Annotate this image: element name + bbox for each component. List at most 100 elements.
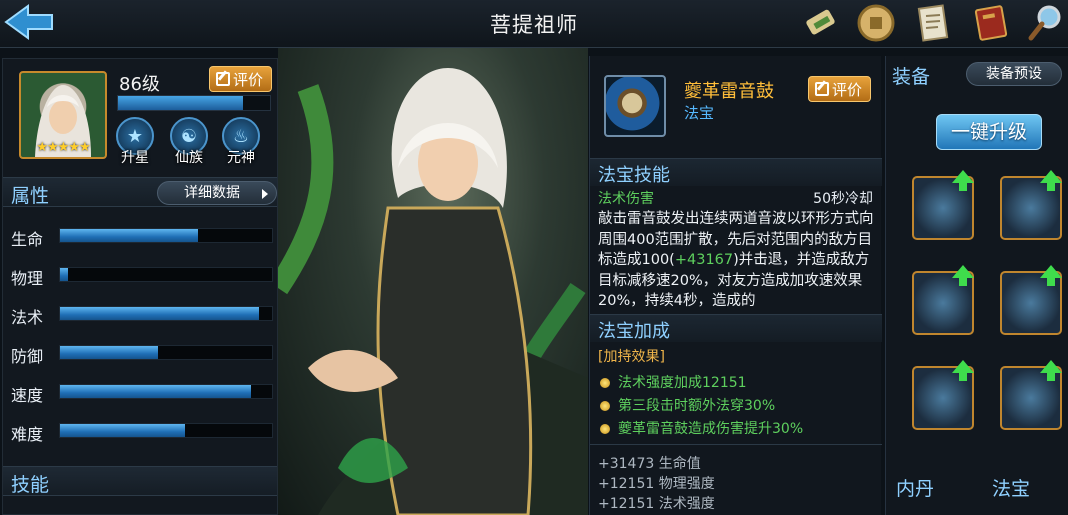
- equipment-panel: 装备 装备预设 一键升级 内丹 法宝: [885, 56, 1068, 515]
- tab-treasure[interactable]: 法宝: [992, 474, 1030, 501]
- attr-line: +12151 法术强度: [598, 496, 715, 512]
- bullet-icon: [600, 424, 610, 434]
- stat-row: 速度: [11, 381, 273, 405]
- star-up-badge[interactable]: ★ 升星: [113, 117, 157, 166]
- stat-bar: [59, 384, 273, 399]
- evaluate-button[interactable]: 评价: [209, 66, 273, 92]
- hero-illustration: [278, 68, 588, 515]
- equipment-slot[interactable]: [912, 360, 974, 430]
- stat-name: 速度: [11, 386, 44, 405]
- stat-row: 法术: [11, 303, 273, 327]
- bonus-item: 夔革雷音鼓造成伤害提升30%: [600, 418, 803, 438]
- badge-label: 仙族: [175, 150, 203, 166]
- desc-bonus: +43167: [674, 252, 734, 268]
- treasure-evaluate-button[interactable]: 评价: [808, 76, 872, 102]
- spirit-badge[interactable]: ♨ 元神: [219, 117, 263, 166]
- evaluate-label: 评价: [233, 70, 264, 89]
- stat-bar-fill: [60, 307, 260, 320]
- badge-label: 元神: [227, 150, 255, 166]
- upgrade-arrow-icon: [1040, 265, 1062, 286]
- stat-row: 防御: [11, 342, 273, 366]
- bonus-item: 法术强度加成12151: [600, 372, 747, 392]
- equipment-slot[interactable]: [1000, 360, 1062, 430]
- detail-data-label: 详细数据: [184, 185, 240, 201]
- stat-bar: [59, 306, 273, 321]
- equipment-slot[interactable]: [1000, 265, 1062, 335]
- bonus-text: 第三段击时额外法穿30%: [618, 398, 776, 414]
- scroll-icon[interactable]: [800, 2, 842, 44]
- equipment-preset-button[interactable]: 装备预设: [966, 62, 1062, 86]
- arrow-right-icon: [262, 189, 268, 199]
- document-icon[interactable]: [912, 2, 954, 44]
- stat-row: 生命: [11, 225, 273, 249]
- cooldown: 50秒冷却: [813, 191, 873, 207]
- top-bar: 菩提祖师: [0, 0, 1068, 48]
- equipment-slot[interactable]: [912, 170, 974, 240]
- stat-bar-fill: [60, 385, 251, 398]
- treasure-bonus-header: 法宝加成: [590, 314, 882, 342]
- bonus-text: 法术强度加成12151: [618, 375, 747, 391]
- stat-name: 物理: [11, 269, 44, 288]
- badge-label: 升星: [121, 150, 149, 166]
- drum-icon[interactable]: [604, 75, 666, 137]
- stat-name: 法术: [11, 308, 44, 327]
- upgrade-arrow-icon: [1040, 170, 1062, 191]
- book-icon[interactable]: [970, 2, 1012, 44]
- skills-header[interactable]: 技能: [3, 466, 277, 496]
- upgrade-arrow-icon: [1040, 360, 1062, 381]
- stat-row: 难度: [11, 420, 273, 444]
- equipment-slot[interactable]: [912, 265, 974, 335]
- bonus-effect-head: [加持效果]: [598, 349, 665, 365]
- magnifier-icon[interactable]: [1025, 2, 1067, 44]
- edit-icon: [815, 82, 829, 96]
- bullet-icon: [600, 401, 610, 411]
- skills-title: 技能: [11, 474, 50, 496]
- treasure-skill-title: 法宝技能: [598, 165, 670, 186]
- treasure-skill-header: 法宝技能: [590, 158, 882, 186]
- stat-bar: [59, 423, 273, 438]
- bonus-item: 第三段击时额外法穿30%: [600, 395, 775, 415]
- treasure-name: 夔革雷音鼓: [684, 81, 774, 102]
- upgrade-arrow-icon: [952, 265, 974, 286]
- evaluate-label: 评价: [832, 80, 863, 99]
- stat-name: 难度: [11, 425, 44, 444]
- hero-artwork: [278, 48, 588, 515]
- hero-info-panel: ★★★★★ 86级 评价 ★ 升星 ☯ 仙族 ♨ 元神 属性 详细数据 生命 物…: [2, 58, 278, 515]
- stat-bar-fill: [60, 346, 158, 359]
- upgrade-arrow-icon: [952, 170, 974, 191]
- hero-level: 86级: [119, 74, 160, 95]
- upgrade-arrow-icon: [952, 360, 974, 381]
- stat-row: 物理: [11, 264, 273, 288]
- edit-icon: [216, 72, 230, 86]
- detail-data-button[interactable]: 详细数据: [157, 181, 277, 205]
- stat-name: 生命: [11, 230, 44, 249]
- skill-description[interactable]: 敲击雷音鼓发出连续两道音波以环形方式向周围400范围扩散，先后对范围内的敌方目标…: [598, 209, 876, 309]
- stat-name: 防御: [11, 347, 44, 366]
- stat-bar: [59, 345, 273, 360]
- treasure-type: 法宝: [684, 104, 715, 122]
- tab-inner-core[interactable]: 内丹: [896, 474, 934, 501]
- stat-bar-fill: [60, 268, 69, 281]
- attr-line: +31473 生命值: [598, 456, 701, 472]
- exp-bar: [117, 95, 271, 111]
- hero-portrait[interactable]: ★★★★★: [19, 71, 107, 159]
- faction-badge[interactable]: ☯ 仙族: [167, 117, 211, 166]
- damage-type: 法术伤害: [598, 191, 654, 207]
- page-title: 菩提祖师: [490, 13, 578, 37]
- bullet-icon: [600, 378, 610, 388]
- stat-bar: [59, 267, 273, 282]
- attributes-title: 属性: [11, 185, 50, 207]
- attr-line: +12151 物理强度: [598, 476, 715, 492]
- attributes-header: 属性 详细数据: [3, 177, 277, 207]
- exp-bar-fill: [118, 96, 243, 110]
- treasure-bonus-title: 法宝加成: [598, 321, 670, 342]
- one-click-upgrade-button[interactable]: 一键升级: [936, 114, 1042, 150]
- star-rating: ★★★★★: [36, 140, 90, 155]
- coin-icon[interactable]: [855, 2, 897, 44]
- equipment-slot[interactable]: [1000, 170, 1062, 240]
- divider: [590, 444, 882, 445]
- stat-bar-fill: [60, 424, 186, 437]
- bonus-text: 夔革雷音鼓造成伤害提升30%: [618, 421, 804, 437]
- stat-bar-fill: [60, 229, 198, 242]
- stat-bar: [59, 228, 273, 243]
